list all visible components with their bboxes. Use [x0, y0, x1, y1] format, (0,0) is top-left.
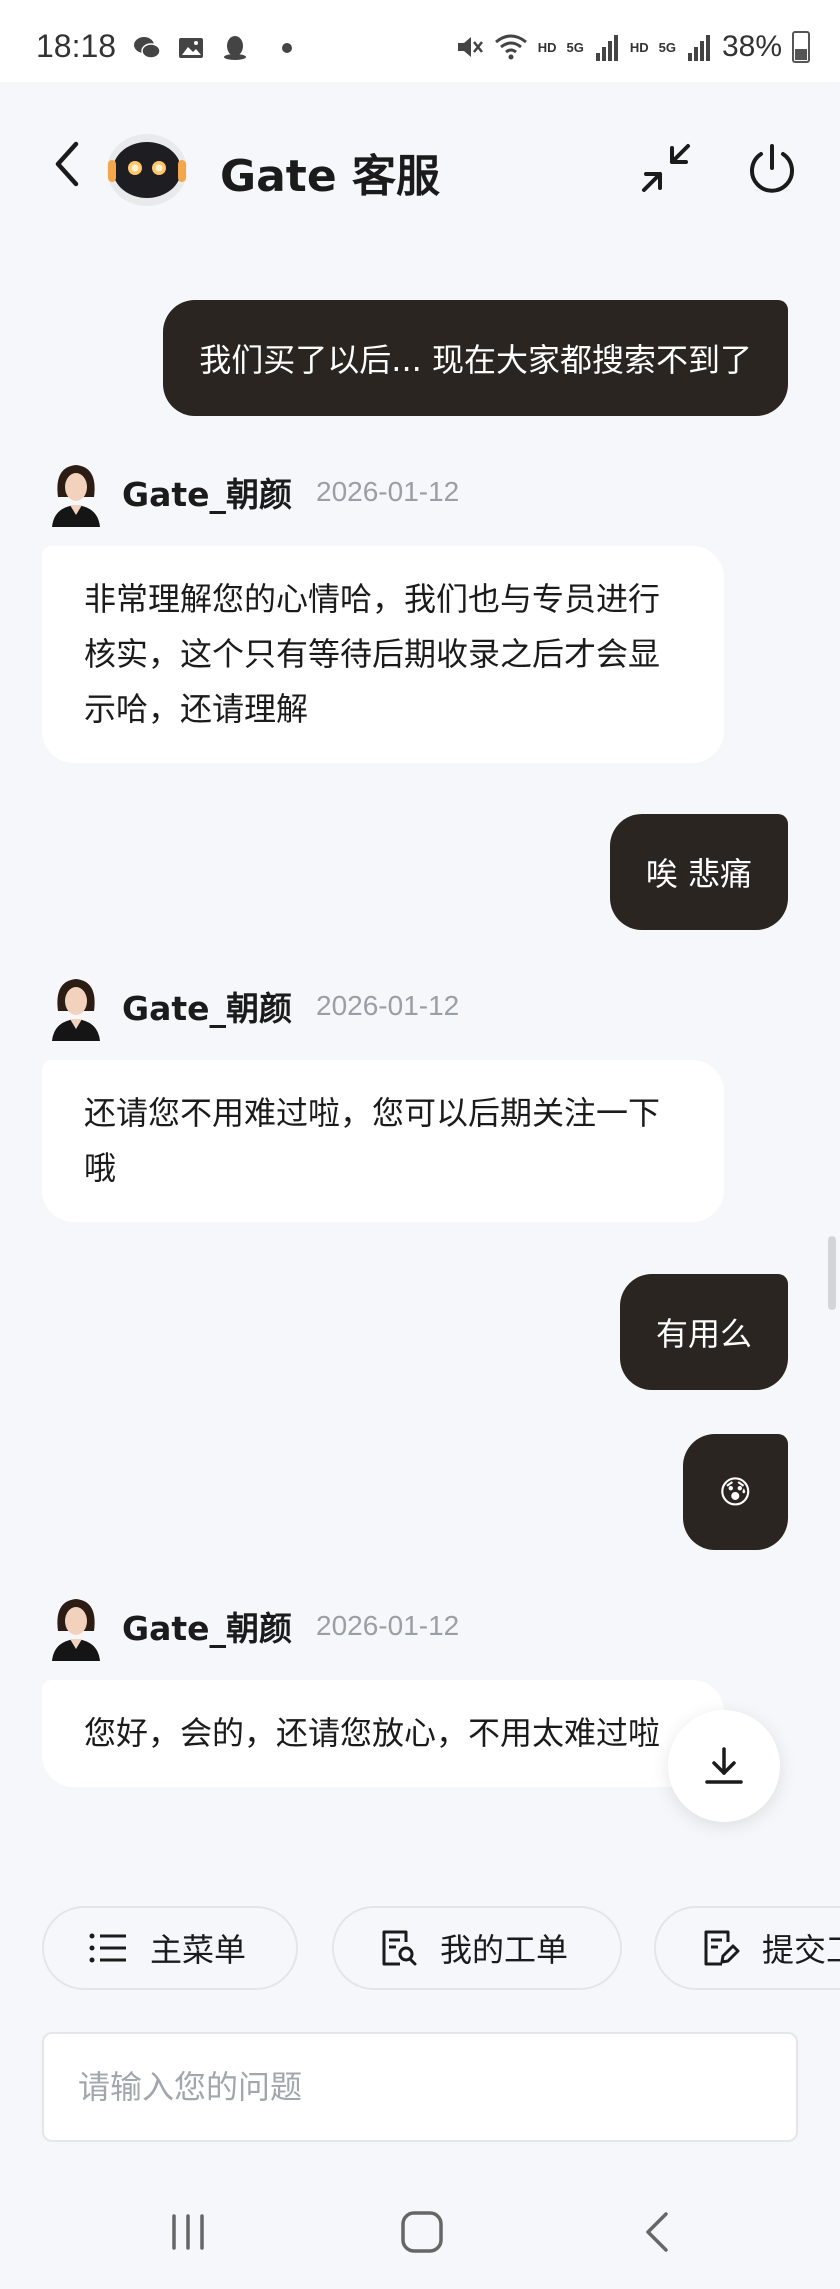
chip-label: 我的工单 — [440, 1931, 569, 1969]
user-message: 唉 悲痛 — [609, 814, 788, 930]
message-text: 我们买了以后... 现在大家都搜索不到了 — [199, 341, 752, 379]
battery-icon — [792, 31, 810, 63]
home-icon — [401, 2211, 443, 2253]
wechat-icon — [134, 37, 161, 59]
home-button[interactable] — [392, 2202, 452, 2262]
my-tickets-chip[interactable]: 我的工单 — [332, 1906, 622, 1990]
minimize-icon[interactable] — [636, 138, 696, 198]
agent-header: Gate_朝颜 2026-01-12 — [48, 452, 459, 532]
agent-name: Gate_朝颜 — [122, 1609, 293, 1648]
agent-message: 您好，会的，还请您放心，不用太难过啦 — [42, 1680, 724, 1787]
message-text: 非常理解您的心情哈，我们也与专员进行核实，这个只有等待后期收录之后才会显示哈，还… — [84, 580, 661, 728]
message-date: 2026-01-12 — [316, 990, 460, 1021]
message-input-container — [42, 2032, 798, 2142]
ticket-search-icon — [382, 1930, 417, 1966]
notification-icons — [132, 28, 292, 68]
download-arrow-icon — [705, 1747, 743, 1784]
message-text: 唉 悲痛 — [645, 855, 752, 893]
edit-form-icon — [704, 1930, 740, 1966]
system-nav-bar — [0, 2170, 840, 2289]
hd-label-1: HD — [537, 39, 557, 55]
system-status: HD 5G HD 5G 38% — [454, 30, 810, 64]
more-notifications-dot — [282, 43, 292, 53]
signal-icon — [595, 35, 618, 61]
network-label-1: 5G — [566, 39, 584, 55]
wifi-icon — [494, 34, 527, 60]
network-label-2: 5G — [658, 39, 676, 55]
user-message: 有用么 — [619, 1274, 788, 1390]
message-date: 2026-01-12 — [316, 476, 460, 507]
signal-icon — [687, 35, 710, 61]
agent-name: Gate_朝颜 — [122, 475, 293, 514]
recent-apps-button[interactable] — [158, 2202, 218, 2262]
power-icon[interactable] — [742, 138, 802, 198]
agent-header: Gate_朝颜 2026-01-12 — [48, 1586, 459, 1666]
nav-back-button[interactable] — [628, 2202, 688, 2262]
nav-back-icon — [646, 2212, 668, 2252]
gallery-icon — [179, 38, 203, 58]
back-icon[interactable] — [46, 134, 90, 194]
agent-avatar — [52, 979, 100, 1041]
status-time: 18:18 — [36, 28, 117, 64]
main-menu-chip[interactable]: 主菜单 — [42, 1906, 298, 1990]
agent-name: Gate_朝颜 — [122, 989, 293, 1028]
hd-label-2: HD — [629, 39, 649, 55]
battery-percent: 38% — [721, 30, 782, 63]
recent-apps-icon — [172, 2214, 204, 2250]
quick-menu-bar: 主菜单 我的工单 提交工单 — [0, 1884, 840, 1996]
user-message: 我们买了以后... 现在大家都搜索不到了 — [163, 300, 788, 416]
status-bar: 18:18 HD 5G HD 5G 38% — [0, 0, 840, 82]
scrollbar[interactable] — [828, 1236, 836, 1310]
chat-header: Gate 客服 — [0, 82, 840, 252]
agent-message: 非常理解您的心情哈，我们也与专员进行核实，这个只有等待后期收录之后才会显示哈，还… — [42, 546, 724, 763]
message-text: 您好，会的，还请您放心，不用太难过啦 — [84, 1714, 661, 1752]
message-text: 还请您不用难过啦，您可以后期关注一下哦 — [84, 1094, 661, 1187]
user-message-emoji: 😰 — [682, 1434, 788, 1550]
agent-header: Gate_朝颜 2026-01-12 — [48, 966, 459, 1046]
chip-label: 提交工单 — [762, 1931, 840, 1969]
list-icon — [89, 1933, 126, 1963]
qq-icon — [224, 36, 246, 60]
anxious-face-emoji: 😰 — [718, 1473, 752, 1511]
message-text: 有用么 — [655, 1315, 752, 1353]
submit-ticket-chip[interactable]: 提交工单 — [654, 1906, 840, 1990]
bot-avatar — [107, 134, 187, 206]
page-title: Gate 客服 — [220, 151, 440, 202]
scroll-to-bottom-button[interactable] — [668, 1710, 780, 1822]
message-input[interactable] — [44, 2034, 796, 2140]
mute-icon — [457, 37, 483, 57]
agent-avatar — [52, 1599, 100, 1661]
chip-label: 主菜单 — [150, 1931, 247, 1969]
agent-message: 还请您不用难过啦，您可以后期关注一下哦 — [42, 1060, 724, 1222]
message-date: 2026-01-12 — [316, 1610, 460, 1641]
agent-avatar — [52, 465, 100, 527]
